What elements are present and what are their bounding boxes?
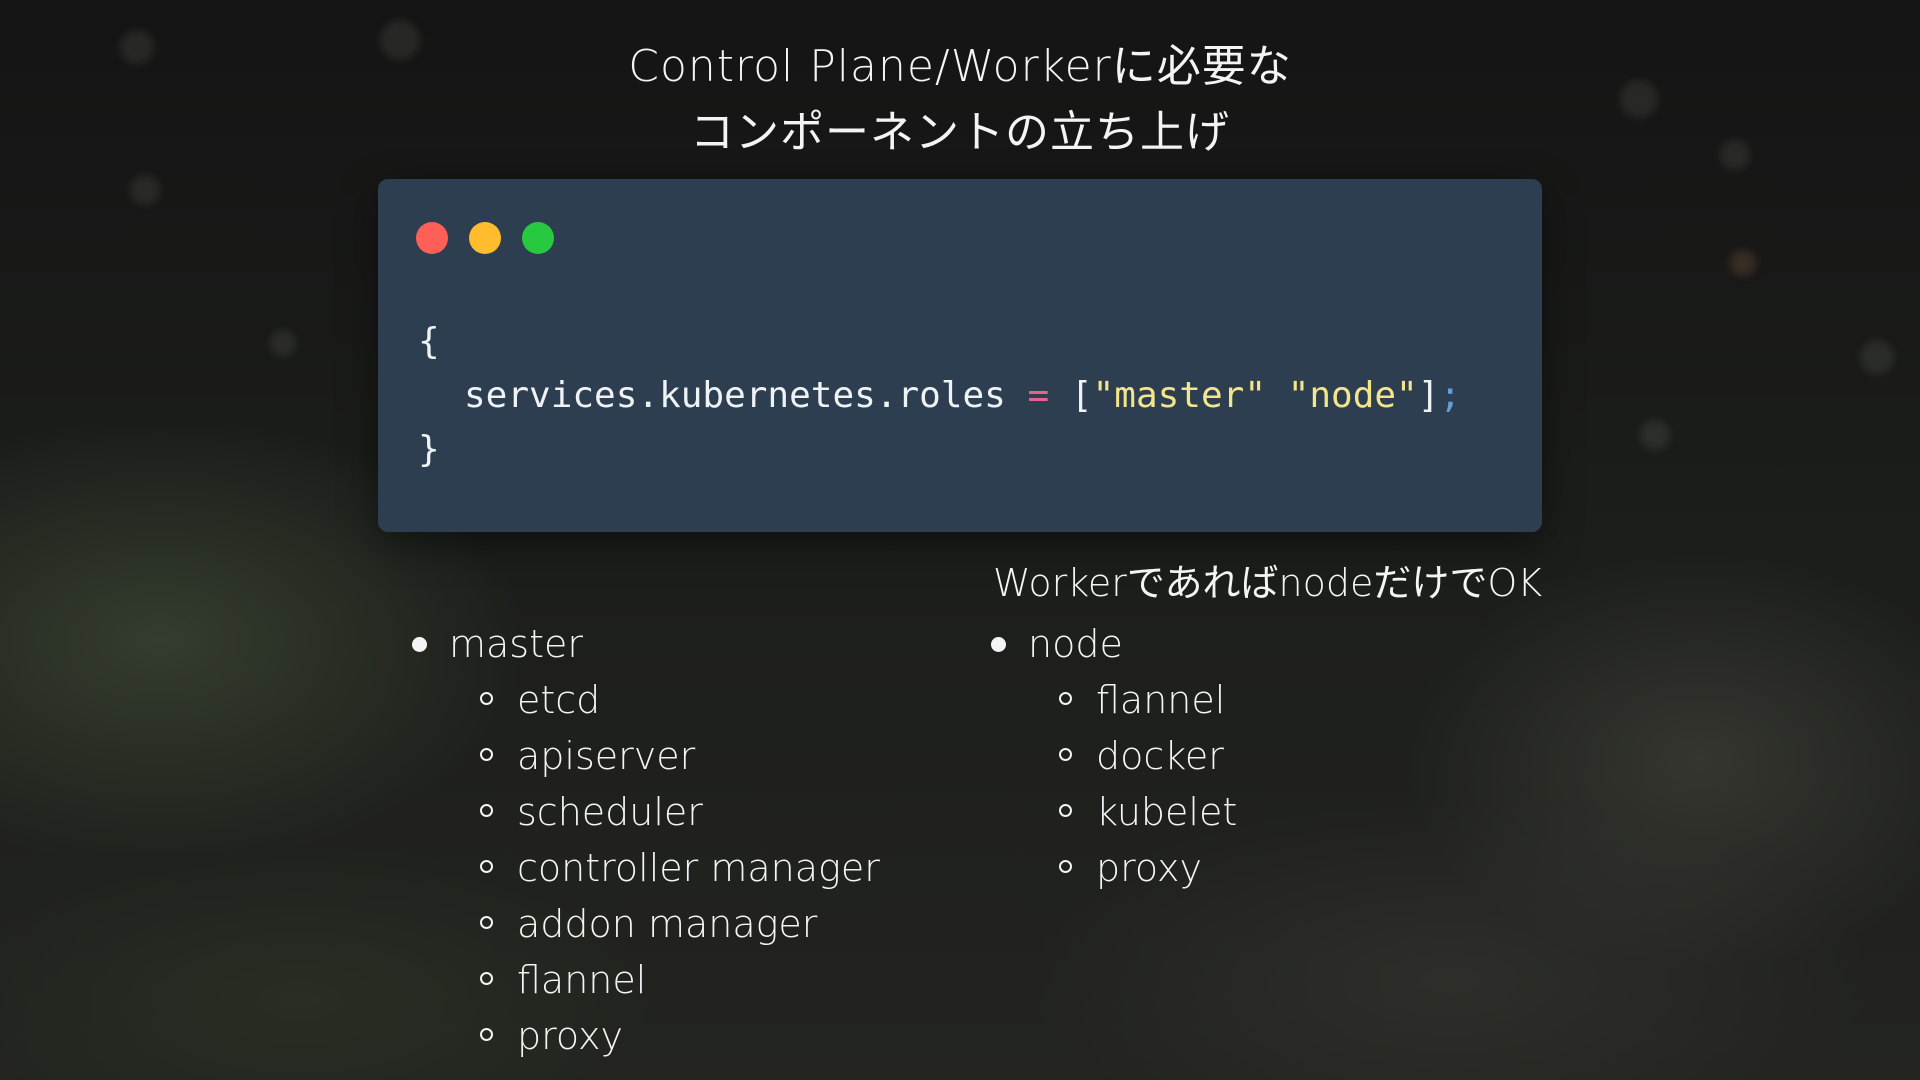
list-item: apiserver: [412, 728, 880, 784]
list-item-label: docker: [1096, 734, 1224, 778]
code-string-node: "node": [1287, 375, 1418, 416]
code-string-master: "master": [1092, 375, 1266, 416]
code-operator: =: [1027, 375, 1050, 416]
circle-bullet-icon: [480, 748, 493, 761]
code-line-2: services.kubernetes.roles = ["master" "n…: [418, 369, 1461, 423]
code-semicolon: ;: [1439, 375, 1462, 416]
slide-title: Control Plane/Workerに必要な コンポーネントの立ち上げ: [0, 34, 1920, 166]
list-item: proxy: [412, 1008, 880, 1064]
master-component-list: master etcd apiserver scheduler controll…: [412, 616, 880, 1064]
circle-bullet-icon: [480, 860, 493, 873]
code-bracket-open: [: [1070, 375, 1093, 416]
list-item-label: master: [449, 622, 584, 666]
slide-title-line-2: コンポーネントの立ち上げ: [690, 107, 1230, 158]
bullet-icon: [991, 637, 1006, 652]
close-dot-icon: [416, 222, 448, 254]
list-item-label: flannel: [1096, 678, 1226, 722]
worker-note: WorkerであればnodeだけでOK: [993, 561, 1543, 605]
background-bokeh: [270, 330, 296, 356]
code-window: { services.kubernetes.roles = ["master" "…: [378, 179, 1542, 532]
minimize-dot-icon: [469, 222, 501, 254]
background-bokeh: [1730, 250, 1756, 276]
list-item: etcd: [412, 672, 880, 728]
background-bokeh: [1860, 340, 1894, 374]
circle-bullet-icon: [1059, 804, 1072, 817]
code-key: services.kubernetes.roles: [464, 375, 1006, 416]
background-bokeh: [1640, 420, 1670, 450]
circle-bullet-icon: [480, 804, 493, 817]
slide-title-line-1: Control Plane/Workerに必要な: [628, 41, 1292, 92]
circle-bullet-icon: [480, 972, 493, 985]
list-item: scheduler: [412, 784, 880, 840]
bullet-icon: [412, 637, 427, 652]
list-item-label: proxy: [517, 1014, 623, 1058]
list-item-master: master: [412, 616, 880, 672]
list-item-node: node: [991, 616, 1237, 672]
circle-bullet-icon: [480, 916, 493, 929]
list-item: docker: [991, 728, 1237, 784]
list-item: flannel: [991, 672, 1237, 728]
list-item-label: node: [1028, 622, 1123, 666]
list-item-label: scheduler: [517, 790, 703, 834]
circle-bullet-icon: [1059, 692, 1072, 705]
list-item-label: proxy: [1096, 846, 1202, 890]
list-item-label: etcd: [517, 678, 601, 722]
code-line-3: }: [418, 429, 440, 470]
list-item-label: flannel: [517, 958, 647, 1002]
list-item: controller manager: [412, 840, 880, 896]
maximize-dot-icon: [522, 222, 554, 254]
code-block: { services.kubernetes.roles = ["master" "…: [418, 315, 1461, 477]
list-item: flannel: [412, 952, 880, 1008]
code-line-1: {: [418, 321, 440, 362]
background-bokeh: [130, 175, 160, 205]
list-item-label: apiserver: [517, 734, 696, 778]
list-item: proxy: [991, 840, 1237, 896]
circle-bullet-icon: [1059, 748, 1072, 761]
list-item-label: addon manager: [517, 902, 818, 946]
list-item: kubelet: [991, 784, 1237, 840]
node-component-list: node flannel docker kubelet proxy: [991, 616, 1237, 896]
circle-bullet-icon: [1059, 860, 1072, 873]
list-item: addon manager: [412, 896, 880, 952]
code-bracket-close: ]: [1417, 375, 1440, 416]
circle-bullet-icon: [480, 1028, 493, 1041]
circle-bullet-icon: [480, 692, 493, 705]
list-item-label: controller manager: [517, 846, 880, 890]
list-item-label: kubelet: [1096, 790, 1238, 834]
